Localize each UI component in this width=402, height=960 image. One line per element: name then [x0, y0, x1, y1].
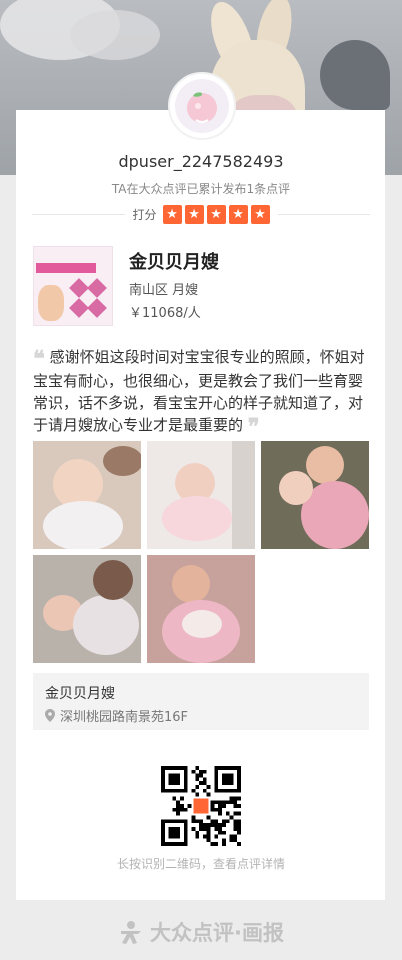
shop-area-category: 南山区 月嫂 — [129, 283, 199, 298]
dianping-logo-icon — [121, 921, 141, 944]
review-count-summary: TA在大众点评已累计发布1条点评 — [111, 182, 291, 196]
open-quote-icon: ❝ — [33, 346, 45, 372]
username: dpuser_2247582493 — [118, 152, 284, 171]
review-photo[interactable] — [147, 555, 255, 663]
review-photo[interactable] — [33, 441, 141, 549]
shop-thumbnail[interactable] — [33, 246, 113, 326]
qr-hint-text: 长按识别二维码，查看点评详情 — [116, 857, 285, 871]
location-address: 深圳桃园路南景苑16F — [60, 710, 189, 725]
qr-code-image — [161, 766, 241, 846]
user-avatar[interactable] — [168, 72, 236, 140]
review-text-block: ❝ 感谢怀姐这段时间对宝宝很专业的照顾，怀姐对宝宝有耐心，也很细心，更是教会了我… — [33, 346, 373, 438]
shop-name[interactable]: 金贝贝月嫂 — [129, 248, 219, 274]
star-rating: ★ ★ ★ ★ ★ — [162, 204, 270, 224]
qr-code[interactable] — [161, 766, 241, 846]
star-icon: ★ — [162, 204, 182, 224]
map-pin-icon — [45, 709, 55, 722]
star-icon: ★ — [228, 204, 248, 224]
review-photo[interactable] — [261, 441, 369, 549]
star-icon: ★ — [250, 204, 270, 224]
rating-label: 打分 — [132, 207, 157, 222]
shop-price: ￥11068/人 — [129, 306, 201, 321]
footer-brand-text: 大众点评·画报 — [150, 921, 284, 945]
shop-location-card[interactable]: 金贝贝月嫂 深圳桃园路南景苑16F — [33, 673, 369, 730]
peach-avatar-icon — [187, 92, 217, 123]
footer-brand: 大众点评·画报 — [0, 915, 402, 949]
shop-info[interactable]: 金贝贝月嫂 南山区 月嫂 ￥11068/人 — [33, 246, 373, 328]
review-text: 感谢怀姐这段时间对宝宝很专业的照顾，怀姐对宝宝有耐心，也很细心，更是教会了我们一… — [33, 348, 365, 434]
star-icon: ★ — [184, 204, 204, 224]
location-shop-name: 金贝贝月嫂 — [45, 686, 115, 702]
review-photo[interactable] — [147, 441, 255, 549]
divider-left — [32, 213, 125, 215]
rating-row: 打分 ★ ★ ★ ★ ★ — [32, 202, 371, 226]
close-quote-icon: ❞ — [247, 414, 260, 440]
location-address-row: 深圳桃园路南景苑16F — [45, 706, 188, 725]
divider-right — [277, 213, 371, 215]
review-photo[interactable] — [33, 555, 141, 663]
star-icon: ★ — [206, 204, 226, 224]
